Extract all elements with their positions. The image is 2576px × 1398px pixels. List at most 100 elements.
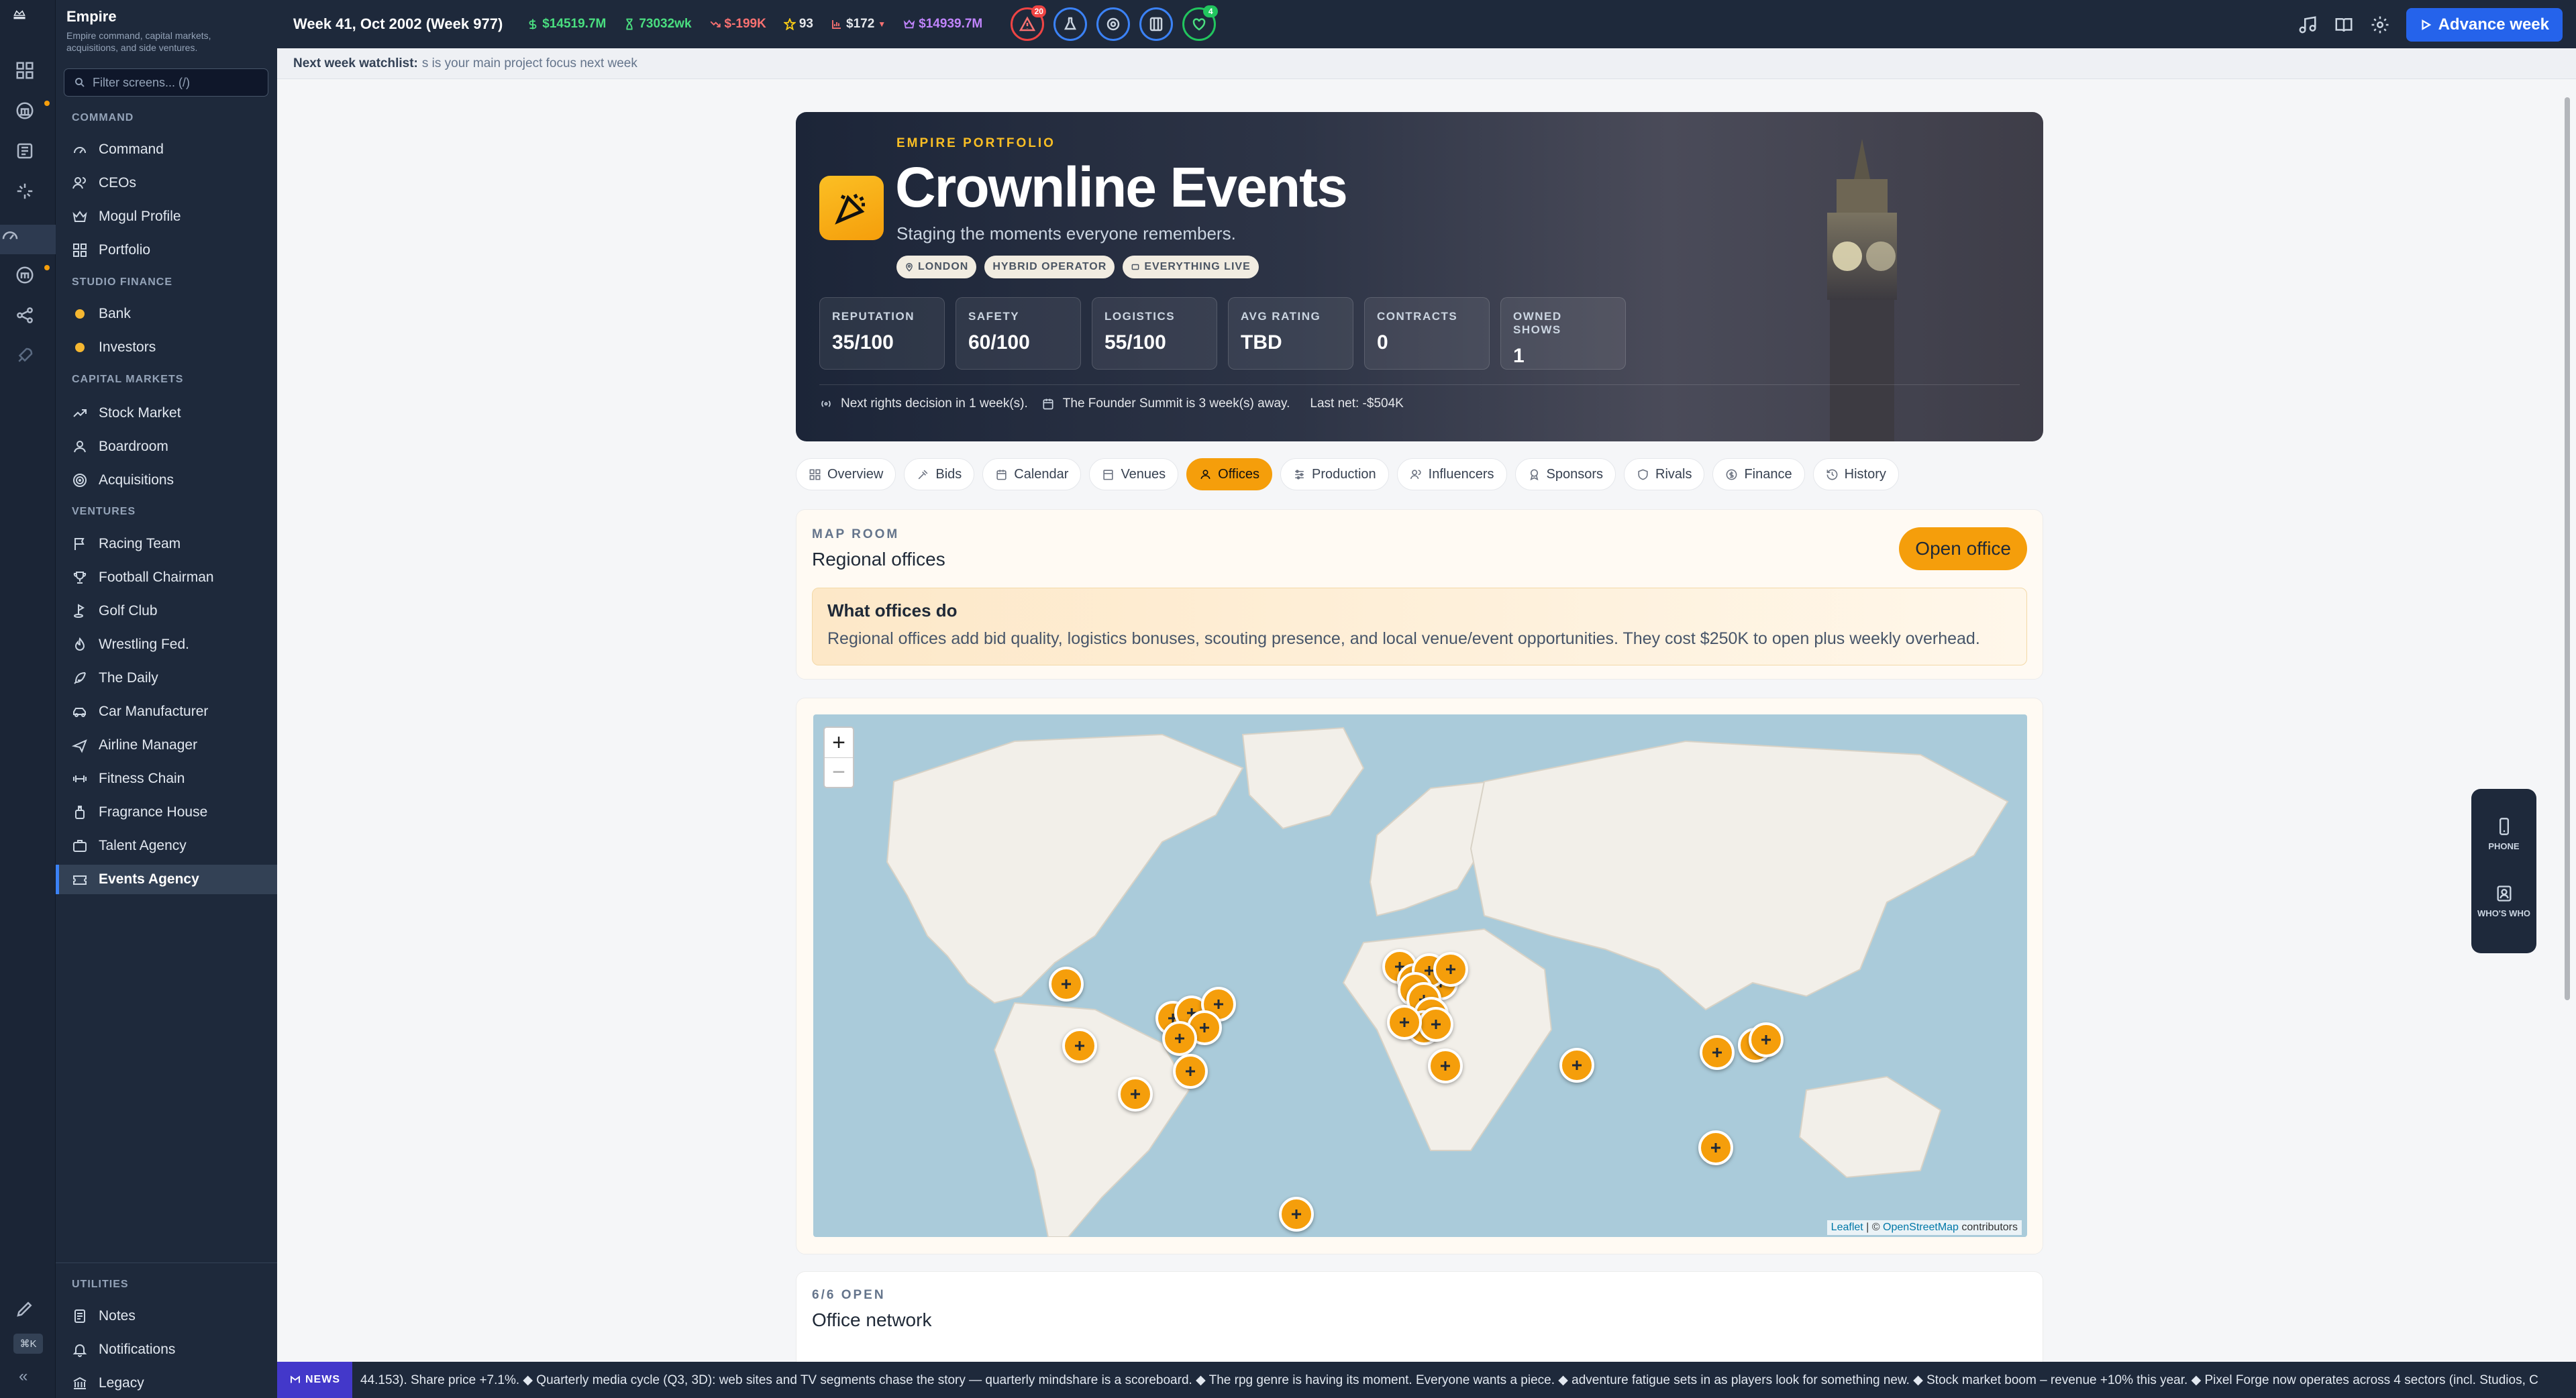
tab-history[interactable]: History: [1812, 458, 1899, 490]
alerts-button[interactable]: 20: [1011, 5, 1047, 41]
tab-production[interactable]: Production: [1280, 458, 1389, 490]
sidebar-item-label: Talent Agency: [99, 838, 187, 853]
cash-stat[interactable]: $14519.7M: [527, 17, 606, 32]
world-map[interactable]: + − Leaflet | © OpenStreetMap contributo…: [813, 714, 2027, 1237]
sidebar-item-fitness-chain[interactable]: Fitness Chain: [56, 764, 277, 794]
weekly-net-stat[interactable]: $-199K: [709, 17, 766, 32]
last-net-text: Last net: -$504K: [1310, 396, 1404, 411]
sidebar-item-talent-agency[interactable]: Talent Agency: [56, 831, 277, 861]
office-marker[interactable]: [1559, 1048, 1594, 1083]
health-button[interactable]: 4: [1182, 5, 1219, 41]
sidebar-item-wrestling-fed[interactable]: Wrestling Fed.: [56, 630, 277, 659]
sidebar-item-golf-club[interactable]: Golf Club: [56, 596, 277, 626]
sidebar-item-notifications[interactable]: Notifications: [56, 1335, 277, 1364]
share-icon[interactable]: [15, 305, 42, 332]
sidebar-item-label: Fragrance House: [99, 804, 208, 820]
offices-info-box: What offices do Regional offices add bid…: [812, 588, 2027, 665]
sidebar-item-ceos[interactable]: CEOs: [56, 168, 277, 198]
bank-icon[interactable]: [15, 101, 42, 127]
office-marker[interactable]: [1698, 1130, 1733, 1165]
tab-rivals[interactable]: Rivals: [1624, 458, 1705, 490]
tab-label: Bids: [935, 466, 962, 482]
share-price-stat[interactable]: $172 ▼: [831, 17, 886, 32]
collapse-icon[interactable]: «: [19, 1367, 28, 1386]
runway-stat[interactable]: 73032wk: [623, 17, 692, 32]
office-marker[interactable]: [1428, 1048, 1463, 1083]
phone-button[interactable]: PHONE: [2471, 817, 2536, 851]
gauge-icon[interactable]: [0, 225, 56, 254]
office-marker[interactable]: [1173, 1054, 1208, 1089]
target-button[interactable]: [1096, 7, 1131, 41]
trophy-icon: [72, 570, 88, 586]
lab-button[interactable]: [1053, 7, 1088, 41]
ticket-icon: [72, 871, 88, 888]
dollar-circle-icon: [1725, 468, 1738, 481]
shortcut-badge[interactable]: ⌘K: [13, 1334, 43, 1354]
sidebar-item-airline-manager[interactable]: Airline Manager: [56, 731, 277, 760]
office-marker[interactable]: [1118, 1077, 1153, 1112]
gear-icon[interactable]: [2370, 15, 2390, 35]
reputation-stat[interactable]: 93: [783, 17, 813, 32]
office-marker[interactable]: [1062, 1028, 1097, 1063]
building-icon: [1102, 468, 1115, 481]
sidebar-item-acquisitions[interactable]: Acquisitions: [56, 466, 277, 495]
tab-label: Overview: [827, 466, 884, 482]
sidebar-item-football-chairman[interactable]: Football Chairman: [56, 563, 277, 592]
book-icon[interactable]: [2334, 15, 2354, 35]
tab-sponsors[interactable]: Sponsors: [1514, 458, 1616, 490]
tab-overview[interactable]: Overview: [796, 458, 896, 490]
sidebar-item-car-manufacturer[interactable]: Car Manufacturer: [56, 697, 277, 727]
office-marker[interactable]: [1162, 1021, 1197, 1056]
sidebar-item-portfolio[interactable]: Portfolio: [56, 235, 277, 265]
sidebar-item-boardroom[interactable]: Boardroom: [56, 432, 277, 462]
sparkle-icon[interactable]: [15, 181, 42, 208]
sidebar-item-events-agency[interactable]: Events Agency: [56, 865, 277, 894]
tab-bids[interactable]: Bids: [904, 458, 975, 490]
office-marker[interactable]: [1049, 967, 1084, 1002]
whos-who-button[interactable]: WHO'S WHO: [2471, 884, 2536, 918]
sidebar-item-fragrance-house[interactable]: Fragrance House: [56, 798, 277, 827]
net-worth-stat[interactable]: $14939.7M: [903, 17, 982, 32]
office-marker[interactable]: [1749, 1022, 1784, 1057]
sidebar-item-bank[interactable]: Bank: [56, 299, 277, 329]
rocket-icon[interactable]: [15, 345, 42, 372]
office-marker[interactable]: [1387, 1005, 1422, 1040]
tab-venues[interactable]: Venues: [1089, 458, 1179, 490]
hero-info-row: Next rights decision in 1 week(s). The F…: [819, 396, 1404, 411]
office-marker[interactable]: [1419, 1007, 1453, 1042]
sidebar-item-notes[interactable]: Notes: [56, 1301, 277, 1331]
music-icon[interactable]: [2298, 15, 2318, 35]
dollar-icon: [527, 18, 539, 30]
office-marker[interactable]: [1433, 952, 1468, 987]
advance-week-button[interactable]: Advance week: [2406, 8, 2563, 42]
office-marker[interactable]: [1279, 1197, 1314, 1232]
coin-icon[interactable]: [15, 265, 42, 292]
grid-icon[interactable]: [15, 60, 42, 87]
page-scrollbar[interactable]: [2565, 97, 2570, 1000]
tab-calendar[interactable]: Calendar: [982, 458, 1082, 490]
tab-offices[interactable]: Offices: [1186, 458, 1273, 490]
sidebar-item-racing-team[interactable]: Racing Team: [56, 529, 277, 559]
stat-value: $172: [846, 17, 875, 31]
sidebar-item-stock-market[interactable]: Stock Market: [56, 398, 277, 428]
watchlist-label: Next week watchlist:: [293, 56, 418, 70]
sidebar-item-the-daily[interactable]: The Daily: [56, 663, 277, 693]
zoom-in-button[interactable]: +: [825, 728, 853, 757]
filter-input[interactable]: Filter screens... (/): [64, 68, 268, 97]
sidebar-item-investors[interactable]: Investors: [56, 333, 277, 362]
sidebar-item-mogul-profile[interactable]: Mogul Profile: [56, 202, 277, 231]
grid-icon: [809, 468, 821, 481]
office-marker[interactable]: [1700, 1035, 1735, 1070]
news-icon[interactable]: [15, 141, 42, 168]
tab-influencers[interactable]: Influencers: [1396, 458, 1507, 490]
zoom-out-button[interactable]: −: [825, 757, 853, 787]
sidebar-item-command[interactable]: Command: [56, 135, 277, 164]
leaflet-link[interactable]: Leaflet: [1831, 1222, 1863, 1233]
sidebar-item-legacy[interactable]: Legacy: [56, 1368, 277, 1398]
pencil-icon[interactable]: [15, 1299, 42, 1326]
tab-finance[interactable]: Finance: [1712, 458, 1805, 490]
marker-glyph-icon: [1572, 1061, 1582, 1070]
film-button[interactable]: [1139, 7, 1174, 41]
open-office-button[interactable]: Open office: [1899, 527, 2027, 570]
osm-link[interactable]: OpenStreetMap: [1883, 1222, 1959, 1233]
